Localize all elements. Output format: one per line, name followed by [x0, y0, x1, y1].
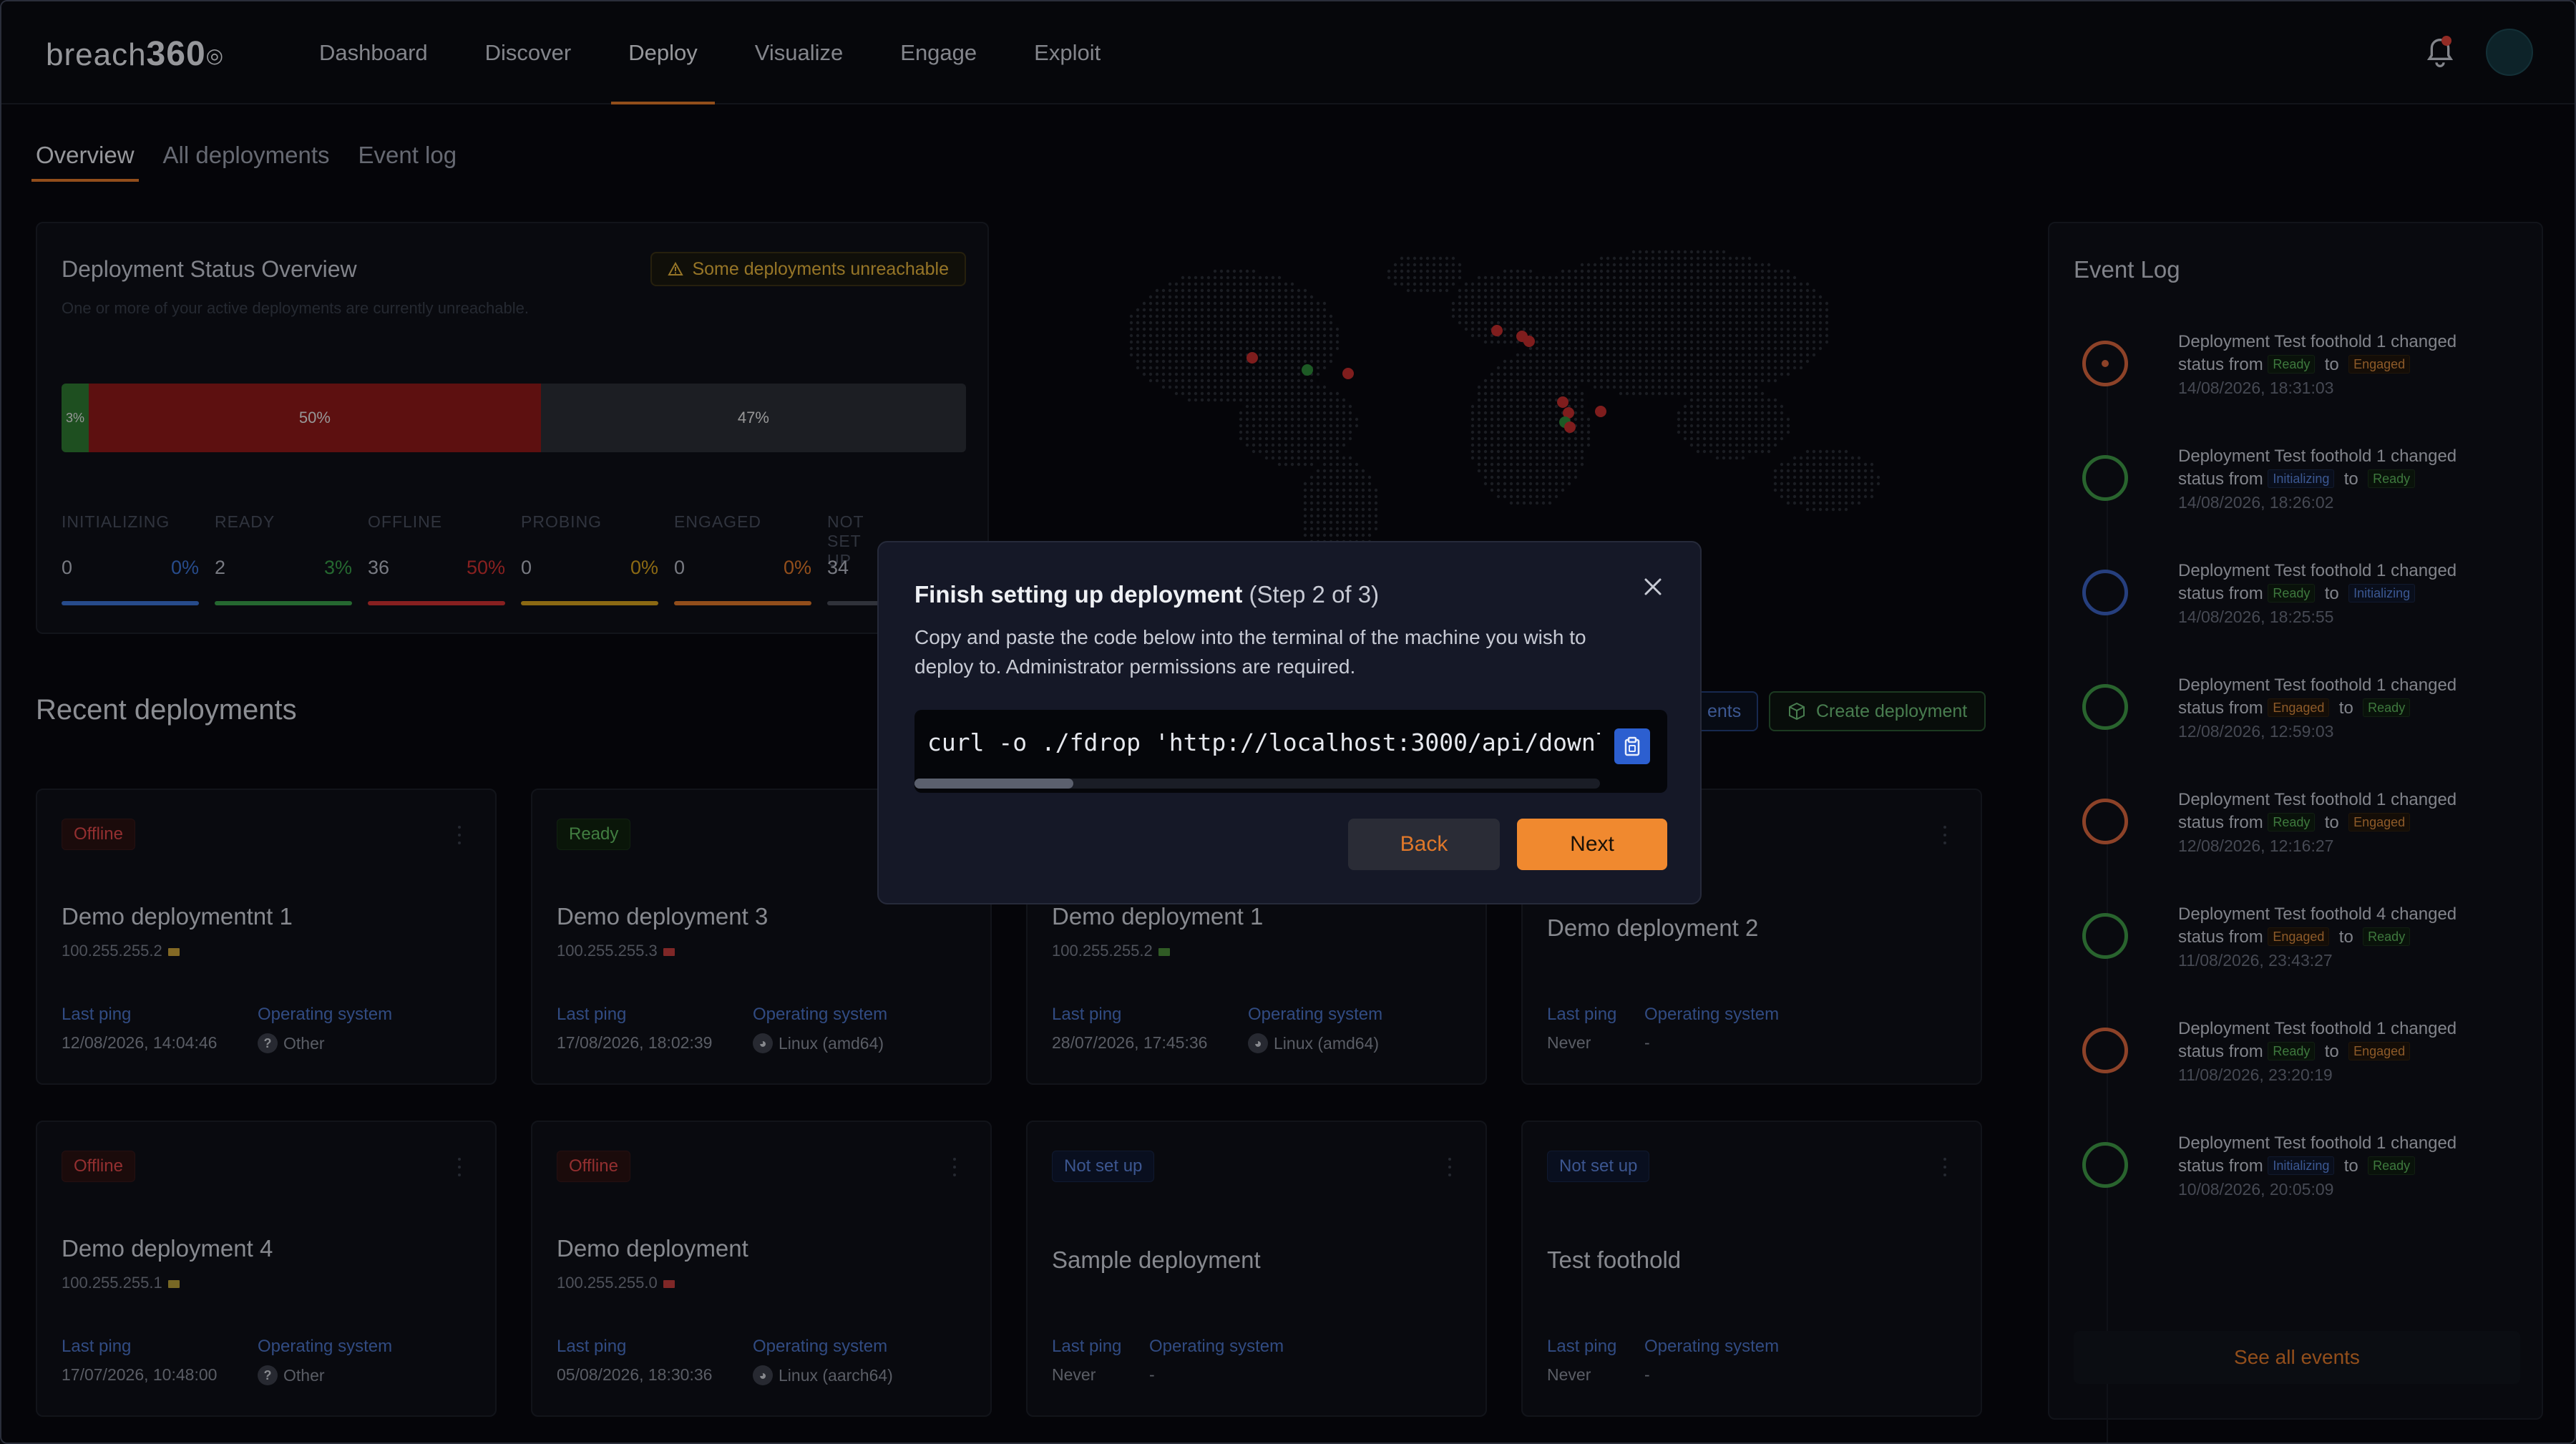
close-icon[interactable]: [1637, 571, 1669, 603]
modal-title: Finish setting up deployment (Step 2 of …: [914, 581, 1380, 608]
next-button[interactable]: Next: [1517, 819, 1667, 870]
install-command-box[interactable]: curl -o ./fdrop 'http://localhost:3000/a…: [914, 710, 1667, 793]
copy-button[interactable]: [1614, 728, 1650, 764]
code-scrollbar-thumb[interactable]: [914, 779, 1073, 789]
setup-deployment-modal: Finish setting up deployment (Step 2 of …: [877, 541, 1702, 904]
back-button[interactable]: Back: [1348, 819, 1500, 870]
code-scrollbar[interactable]: [914, 779, 1600, 789]
modal-step: (Step 2 of 3): [1249, 581, 1380, 608]
install-command[interactable]: curl -o ./fdrop 'http://localhost:3000/a…: [927, 728, 1600, 756]
clipboard-icon: [1624, 736, 1640, 756]
app-window: breach360◎ Dashboard Discover Deploy Vis…: [0, 0, 2576, 1444]
modal-description: Copy and paste the code below into the t…: [914, 626, 1586, 678]
